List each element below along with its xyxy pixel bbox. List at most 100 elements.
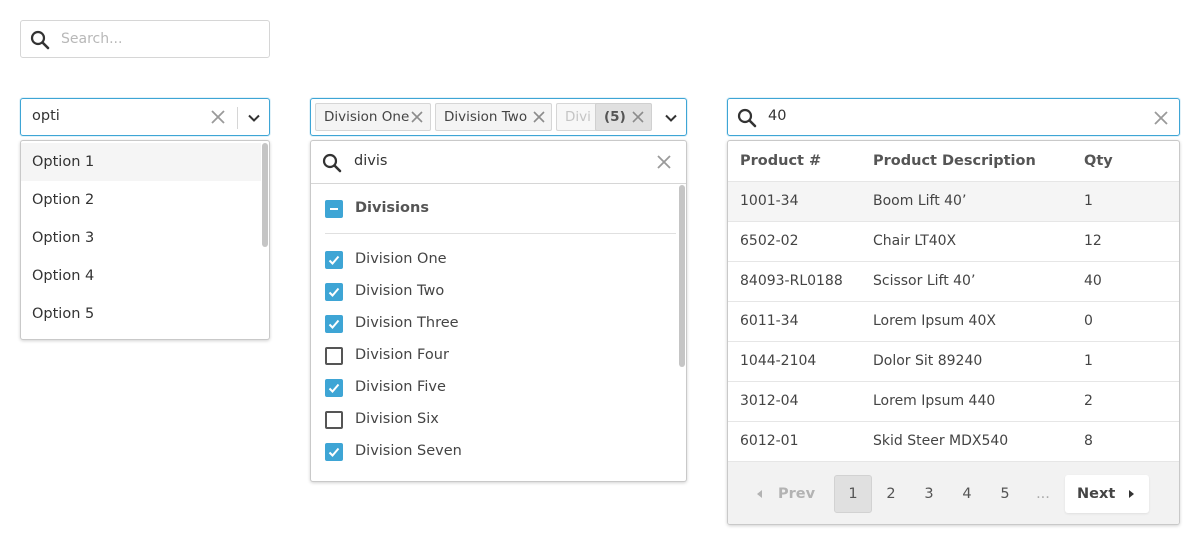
top-search-box[interactable]	[20, 20, 270, 58]
division-item[interactable]: Division One	[325, 250, 665, 272]
division-label: Division Six	[355, 411, 439, 427]
division-search-input[interactable]: divis	[354, 153, 387, 169]
chevron-down-icon[interactable]	[663, 110, 679, 126]
table-row[interactable]: 84093-RL0188 Scissor Lift 40’ 40	[728, 262, 1179, 302]
prev-button[interactable]: Prev	[748, 475, 818, 513]
division-item[interactable]: Division Four	[325, 346, 665, 368]
product-description: Lorem Ipsum 40X	[873, 313, 996, 329]
search-input[interactable]	[61, 29, 261, 49]
product-description: Boom Lift 40’	[873, 193, 967, 209]
checked-checkbox[interactable]	[325, 315, 343, 333]
chevron-down-icon[interactable]	[246, 110, 262, 126]
caret-right-icon	[1129, 490, 1134, 498]
indeterminate-checkbox[interactable]	[325, 200, 343, 218]
search-icon	[30, 30, 50, 50]
page-button[interactable]: 5	[986, 475, 1024, 513]
option-item[interactable]: Option 1	[21, 143, 261, 181]
page-button[interactable]: 3	[910, 475, 948, 513]
option-item[interactable]: Option 3	[21, 219, 261, 257]
remove-chip-icon[interactable]	[411, 111, 423, 123]
product-number: 84093-RL0188	[740, 273, 843, 289]
product-qty: 1	[1084, 193, 1093, 209]
clear-icon[interactable]	[210, 109, 226, 125]
division-search[interactable]: divis	[311, 141, 686, 184]
chip-division-one: Division One	[315, 103, 431, 131]
combobox-value[interactable]: opti	[32, 108, 60, 124]
product-number: 1044-2104	[740, 353, 817, 369]
product-qty: 12	[1084, 233, 1102, 249]
column-header[interactable]: Qty	[1084, 153, 1113, 169]
product-description: Lorem Ipsum 440	[873, 393, 996, 409]
division-item[interactable]: Division Two	[325, 282, 665, 304]
chip-label: Divi	[565, 109, 591, 125]
column-header[interactable]: Product #	[740, 153, 821, 169]
chip-label: Division One	[324, 109, 410, 125]
remove-chip-icon[interactable]	[533, 111, 545, 123]
division-item[interactable]: Division Three	[325, 314, 665, 336]
table-row[interactable]: 1001-34 Boom Lift 40’ 1	[728, 182, 1179, 222]
product-description: Scissor Lift 40’	[873, 273, 976, 289]
page-button[interactable]: 4	[948, 475, 986, 513]
checked-checkbox[interactable]	[325, 283, 343, 301]
combobox-separator	[237, 107, 238, 129]
product-number: 3012-04	[740, 393, 799, 409]
unchecked-checkbox[interactable]	[325, 411, 343, 429]
table-row[interactable]: 6012-01 Skid Steer MDX540 8	[728, 422, 1179, 462]
chip-division-two: Division Two	[435, 103, 552, 131]
option-item[interactable]: Option 2	[21, 181, 261, 219]
product-qty: 8	[1084, 433, 1093, 449]
division-item[interactable]: Division Seven	[325, 442, 665, 464]
product-search[interactable]: 40	[727, 98, 1180, 136]
clear-all-icon[interactable]	[632, 111, 644, 123]
page-button-current[interactable]: 1	[834, 475, 872, 513]
division-label: Division One	[355, 251, 447, 267]
division-label: Division Three	[355, 315, 459, 331]
division-multiselect[interactable]: Division One Division Two Divi (5)	[310, 98, 687, 136]
page-button[interactable]: 2	[872, 475, 910, 513]
product-number: 6011-34	[740, 313, 799, 329]
checked-checkbox[interactable]	[325, 379, 343, 397]
checked-checkbox[interactable]	[325, 443, 343, 461]
table-header: Product # Product Description Qty	[728, 141, 1179, 182]
clear-icon[interactable]	[656, 154, 672, 170]
product-number: 6012-01	[740, 433, 799, 449]
product-qty: 0	[1084, 313, 1093, 329]
option-item[interactable]: Option 5	[21, 295, 261, 333]
scrollbar[interactable]	[262, 143, 268, 247]
product-search-input[interactable]: 40	[768, 108, 786, 124]
search-icon	[737, 108, 757, 128]
division-item[interactable]: Division Six	[325, 410, 665, 432]
division-label: Division Four	[355, 347, 449, 363]
group-label: Divisions	[355, 200, 429, 216]
product-qty: 2	[1084, 393, 1093, 409]
option-item[interactable]: Option 4	[21, 257, 261, 295]
caret-left-icon	[757, 490, 762, 498]
division-label: Division Five	[355, 379, 446, 395]
table-row[interactable]: 1044-2104 Dolor Sit 89240 1	[728, 342, 1179, 382]
clear-icon[interactable]	[1153, 110, 1169, 126]
prev-label: Prev	[778, 486, 816, 502]
next-button[interactable]: Next	[1065, 475, 1149, 513]
column-header[interactable]: Product Description	[873, 153, 1036, 169]
chip-label: Division Two	[444, 109, 528, 125]
table-row[interactable]: 6011-34 Lorem Ipsum 40X 0	[728, 302, 1179, 342]
overflow-count-chip[interactable]: (5)	[595, 103, 652, 131]
product-description: Dolor Sit 89240	[873, 353, 983, 369]
scrollbar[interactable]	[679, 185, 685, 367]
page-ellipsis: ...	[1036, 486, 1050, 502]
next-label: Next	[1077, 486, 1116, 502]
checked-checkbox[interactable]	[325, 251, 343, 269]
product-number: 1001-34	[740, 193, 799, 209]
division-item[interactable]: Division Five	[325, 378, 665, 400]
table-row[interactable]: 3012-04 Lorem Ipsum 440 2	[728, 382, 1179, 422]
product-description: Chair LT40X	[873, 233, 957, 249]
table-row[interactable]: 6502-02 Chair LT40X 12	[728, 222, 1179, 262]
product-number: 6502-02	[740, 233, 799, 249]
pagination: Prev 1 2 3 4 5 ... Next	[728, 461, 1179, 524]
option-combobox[interactable]: opti	[20, 98, 270, 136]
overflow-count: (5)	[604, 109, 626, 125]
unchecked-checkbox[interactable]	[325, 347, 343, 365]
division-label: Division Seven	[355, 443, 462, 459]
division-label: Division Two	[355, 283, 445, 299]
option-list: Option 1 Option 2 Option 3 Option 4 Opti…	[20, 140, 270, 340]
